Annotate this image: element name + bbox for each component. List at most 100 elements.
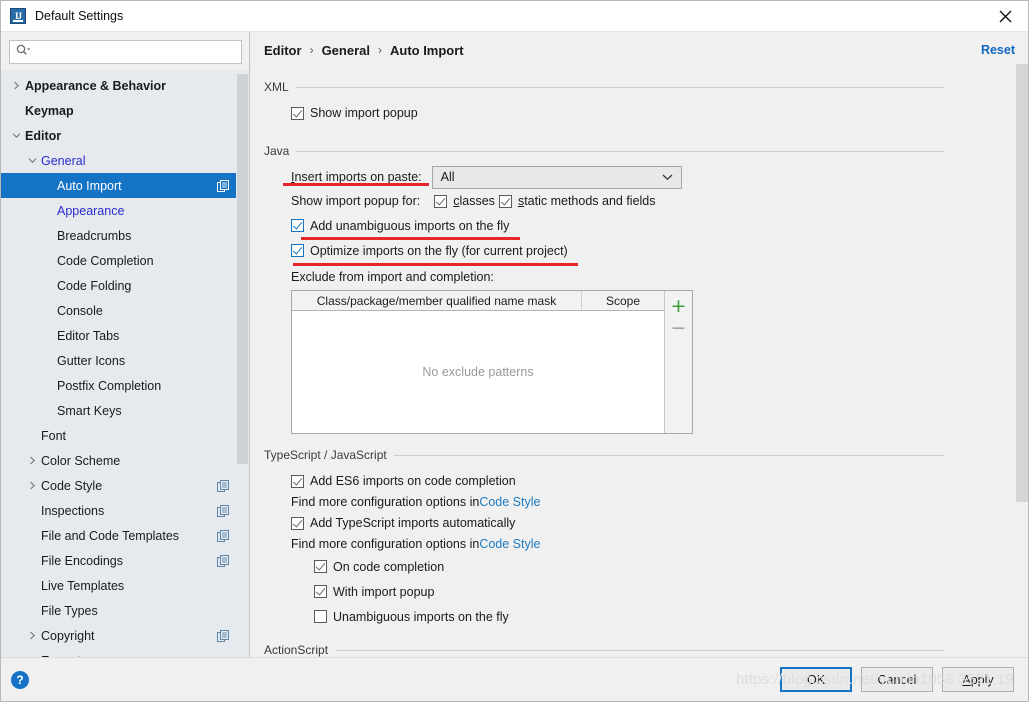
sidebar-item-label: Color Scheme [41, 453, 121, 468]
chevron-down-icon[interactable] [11, 130, 22, 141]
row-show-import-popup-for: Show import popup for: classes static me… [264, 189, 944, 213]
title-bar: IJ Default Settings [1, 1, 1028, 32]
link-code-style-es6[interactable]: Code Style [479, 495, 540, 509]
exclude-table-body[interactable]: No exclude patterns [292, 311, 664, 433]
content-scrollbar-thumb[interactable] [1016, 64, 1028, 502]
sidebar-item-breadcrumbs[interactable]: Breadcrumbs [1, 223, 249, 248]
label-classes: classes [453, 194, 495, 208]
close-icon[interactable] [983, 1, 1028, 31]
checkbox-show-import-popup[interactable] [291, 106, 304, 120]
reset-link[interactable]: Reset [981, 43, 1015, 57]
label-optimize-imports: Optimize imports on the fly (for current… [310, 243, 568, 258]
label-show-import-popup-for: Show import popup for: [291, 194, 421, 208]
search-icon [16, 44, 31, 60]
sidebar-item-label: Appearance [57, 203, 125, 218]
chevron-down-icon[interactable] [27, 155, 38, 166]
dialog-body: Appearance & Behavior Keymap Editor General… [1, 32, 1028, 657]
search-box[interactable] [9, 40, 242, 64]
settings-tree[interactable]: Appearance & Behavior Keymap Editor General… [1, 70, 249, 657]
checkbox-with-import-popup[interactable] [314, 585, 327, 598]
exclude-patterns-table[interactable]: Class/package/member qualified name mask… [291, 290, 693, 434]
copy-settings-icon[interactable] [217, 629, 229, 642]
checkbox-optimize-imports[interactable] [291, 244, 304, 257]
breadcrumb-item-general[interactable]: General [322, 43, 370, 58]
sidebar-item-color-scheme[interactable]: Color Scheme [1, 448, 249, 473]
sidebar-item-code-folding[interactable]: Code Folding [1, 273, 249, 298]
sidebar-item-appearance-behavior[interactable]: Appearance & Behavior [1, 73, 249, 98]
search-input[interactable] [33, 42, 235, 62]
checkbox-add-unambiguous-imports[interactable] [291, 219, 304, 232]
option-optimize-imports[interactable]: Optimize imports on the fly (for current… [264, 238, 944, 263]
chevron-right-icon[interactable] [27, 480, 38, 491]
chevron-right-icon[interactable] [11, 80, 22, 91]
checkbox-classes[interactable] [434, 194, 448, 208]
sidebar-item-copyright[interactable]: Copyright [1, 623, 249, 648]
sidebar-item-file-types[interactable]: File Types [1, 598, 249, 623]
ok-button[interactable]: OK [780, 667, 852, 692]
sidebar-item-code-style[interactable]: Code Style [1, 473, 249, 498]
window-title: Default Settings [35, 9, 124, 23]
sidebar-item-code-completion[interactable]: Code Completion [1, 248, 249, 273]
sidebar-item-editor-tabs[interactable]: Editor Tabs [1, 323, 249, 348]
option-add-typescript-imports[interactable]: Add TypeScript imports automatically [264, 512, 944, 534]
label-static-methods-and-fields: static methods and fields [517, 194, 656, 208]
checkbox-unambiguous-imports-on-the-fly[interactable] [314, 610, 327, 623]
option-add-unambiguous-imports[interactable]: Add unambiguous imports on the fly [264, 213, 944, 238]
sidebar-scrollbar-thumb[interactable] [237, 74, 248, 464]
copy-settings-icon[interactable] [217, 554, 229, 567]
sidebar-item-general[interactable]: General [1, 148, 249, 173]
remove-exclude-pattern-button[interactable]: − [668, 317, 690, 339]
option-unambiguous-imports-on-the-fly[interactable]: Unambiguous imports on the fly [264, 604, 944, 629]
exclude-table-grid: Class/package/member qualified name mask… [292, 291, 664, 433]
sidebar-item-file-and-code-templates[interactable]: File and Code Templates [1, 523, 249, 548]
sidebar-item-label: Code Folding [57, 278, 132, 293]
sidebar-item-label: Editor Tabs [57, 328, 120, 343]
sidebar-item-label: Smart Keys [57, 403, 122, 418]
sidebar-item-gutter-icons[interactable]: Gutter Icons [1, 348, 249, 373]
link-code-style-typescript[interactable]: Code Style [479, 537, 540, 551]
sidebar-item-emmet[interactable]: Emmet [1, 648, 249, 657]
chevron-right-icon[interactable] [27, 455, 38, 466]
apply-button[interactable]: Apply [942, 667, 1014, 692]
label-add-unambiguous-imports: Add unambiguous imports on the fly [310, 218, 510, 233]
sidebar-item-font[interactable]: Font [1, 423, 249, 448]
dropdown-insert-imports-on-paste[interactable]: All [431, 165, 682, 189]
option-on-code-completion[interactable]: On code completion [264, 554, 944, 579]
sidebar-item-keymap[interactable]: Keymap [1, 98, 249, 123]
option-show-import-popup[interactable]: Show import popup [264, 102, 944, 124]
sidebar-item-auto-import[interactable]: Auto Import [1, 173, 249, 198]
sidebar-scrollbar[interactable] [236, 70, 249, 657]
copy-settings-icon[interactable] [217, 479, 229, 492]
hint-es6-prefix: Find more configuration options in [291, 495, 480, 509]
cancel-button[interactable]: Cancel [861, 667, 933, 692]
add-exclude-pattern-button[interactable]: + [668, 295, 690, 317]
copy-settings-icon[interactable] [217, 529, 229, 542]
checkbox-static-methods-and-fields[interactable] [498, 194, 512, 208]
column-header-name-mask[interactable]: Class/package/member qualified name mask [292, 291, 582, 310]
breadcrumb-item-editor[interactable]: Editor [264, 43, 302, 58]
copy-settings-icon[interactable] [217, 179, 229, 192]
settings-window: IJ Default Settings Appearance & Behavio… [0, 0, 1029, 702]
section-title-java: Java [264, 144, 290, 158]
checkbox-add-typescript-imports[interactable] [291, 516, 304, 530]
chevron-down-icon [662, 170, 673, 184]
sidebar-item-smart-keys[interactable]: Smart Keys [1, 398, 249, 423]
option-with-import-popup[interactable]: With import popup [264, 579, 944, 604]
sidebar-item-console[interactable]: Console [1, 298, 249, 323]
sidebar-item-file-encodings[interactable]: File Encodings [1, 548, 249, 573]
option-add-es6-imports[interactable]: Add ES6 imports on code completion [264, 470, 944, 492]
help-icon[interactable]: ? [11, 670, 29, 689]
sidebar-item-appearance[interactable]: Appearance [1, 198, 249, 223]
hint-typescript-code-style: Find more configuration options in Code … [264, 534, 944, 554]
chevron-right-icon[interactable] [27, 630, 38, 641]
sidebar-item-live-templates[interactable]: Live Templates [1, 573, 249, 598]
sidebar-item-postfix-completion[interactable]: Postfix Completion [1, 373, 249, 398]
copy-settings-icon[interactable] [217, 504, 229, 517]
column-header-scope[interactable]: Scope [582, 291, 664, 310]
sidebar-item-inspections[interactable]: Inspections [1, 498, 249, 523]
checkbox-add-es6-imports[interactable] [291, 474, 304, 488]
sidebar-item-editor[interactable]: Editor [1, 123, 249, 148]
sidebar-item-label: Gutter Icons [57, 353, 126, 368]
content-scrollbar[interactable] [1015, 62, 1028, 657]
checkbox-on-code-completion[interactable] [314, 560, 327, 573]
